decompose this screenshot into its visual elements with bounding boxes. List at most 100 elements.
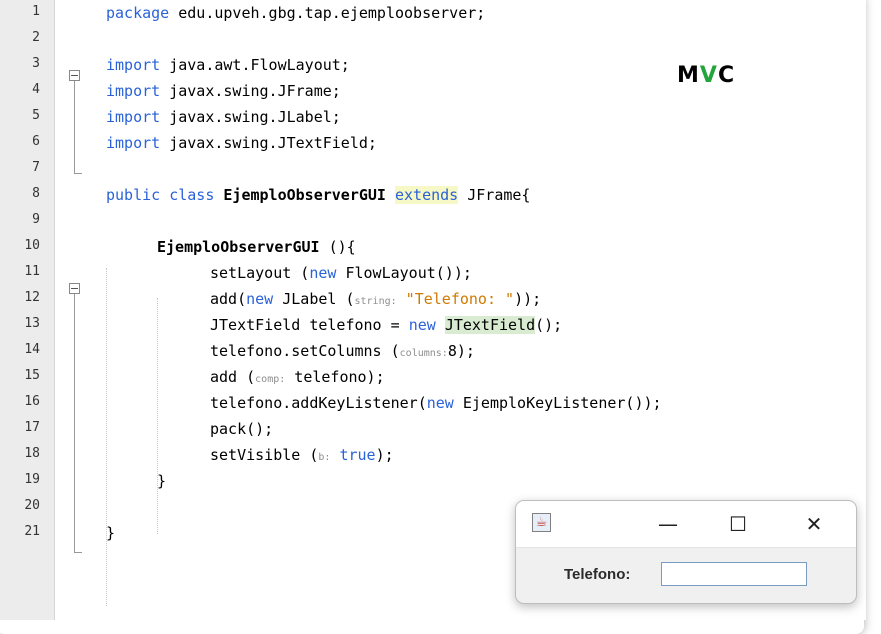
keyword: import xyxy=(106,82,161,100)
keyword: import xyxy=(106,56,161,74)
fold-toggle-constructor[interactable] xyxy=(69,283,80,294)
code-text: telefono); xyxy=(285,368,385,386)
class-name: EjemploObserverGUI xyxy=(223,186,386,204)
line-number: 6 xyxy=(32,134,40,149)
keyword: public class xyxy=(106,186,224,204)
code-line-19: } xyxy=(157,468,866,494)
telefono-label: Telefono: xyxy=(564,566,631,583)
swing-window[interactable]: ☕ — ☐ ✕ Telefono: xyxy=(515,500,857,604)
fold-toggle-imports[interactable] xyxy=(69,70,80,81)
code-line-17: pack(); xyxy=(210,416,866,442)
line-number: 16 xyxy=(24,394,40,409)
fold-end xyxy=(74,173,82,174)
close-button[interactable]: ✕ xyxy=(792,509,836,539)
code-line-8: public class EjemploObserverGUI extends … xyxy=(106,182,866,208)
maximize-button[interactable]: ☐ xyxy=(716,509,760,539)
code-line-12: add(new JLabel (string: "Telefono: ")); xyxy=(210,286,866,312)
code-line-13: JTextField telefono = new JTextField(); xyxy=(210,312,866,338)
constructor-name: EjemploObserverGUI xyxy=(157,238,320,256)
line-number: 9 xyxy=(32,212,40,227)
line-number: 5 xyxy=(32,108,40,123)
fold-line xyxy=(74,81,75,173)
keyword: import xyxy=(106,134,161,152)
line-number: 3 xyxy=(32,56,40,71)
import-name: javax.swing.JFrame; xyxy=(160,82,341,100)
parameter-hint: string: xyxy=(354,296,397,307)
line-number: 11 xyxy=(24,264,40,279)
code-line-18: setVisible (b: true); xyxy=(210,442,866,468)
package-name: edu.upveh.gbg.tap.ejemploobserver; xyxy=(169,4,486,22)
import-name: javax.swing.JLabel; xyxy=(160,108,341,126)
line-number: 13 xyxy=(24,316,40,331)
indent-guide xyxy=(106,268,107,606)
code-text: } xyxy=(157,472,167,490)
fold-line xyxy=(74,294,75,552)
keyword-extends: extends xyxy=(395,186,459,204)
minimize-button[interactable]: — xyxy=(646,509,690,539)
line-number: 14 xyxy=(24,342,40,357)
keyword: new xyxy=(309,264,337,282)
line-number: 20 xyxy=(24,498,40,513)
code-line-11: setLayout (new FlowLayout()); xyxy=(210,260,866,286)
parameter-hint: b: xyxy=(318,452,331,463)
code-line-5: import javax.swing.JLabel; xyxy=(106,104,866,130)
code-line-16: telefono.addKeyListener(new EjemploKeyLi… xyxy=(210,390,866,416)
code-text: add( xyxy=(210,290,247,308)
keyword: package xyxy=(106,4,170,22)
keyword: new xyxy=(246,290,274,308)
parameter-hint: comp: xyxy=(255,374,286,385)
code-text: JTextField telefono = xyxy=(210,316,409,334)
java-icon: ☕ xyxy=(532,513,551,532)
line-number: 2 xyxy=(32,30,40,45)
code-text: pack(); xyxy=(210,420,274,438)
line-number: 12 xyxy=(24,290,40,305)
code-text: (); xyxy=(535,316,563,334)
superclass: JFrame{ xyxy=(458,186,531,204)
code-text: ); xyxy=(375,446,394,464)
code-text: setVisible ( xyxy=(210,446,319,464)
code-line-3: import java.awt.FlowLayout; xyxy=(106,52,866,78)
telefono-field[interactable] xyxy=(661,562,807,586)
code-line-4: import javax.swing.JFrame; xyxy=(106,78,866,104)
string-literal: "Telefono: " xyxy=(396,290,515,308)
line-number: 21 xyxy=(24,524,40,539)
code-text: )); xyxy=(514,290,542,308)
parameter-hint: columns: xyxy=(399,348,448,359)
line-number: 15 xyxy=(24,368,40,383)
indent-guide xyxy=(157,298,158,534)
fold-end xyxy=(74,552,82,553)
window-title-bar[interactable]: ☕ — ☐ ✕ xyxy=(516,501,856,548)
keyword: true xyxy=(330,446,376,464)
code-line-14: telefono.setColumns (columns:8); xyxy=(210,338,866,364)
line-number: 1 xyxy=(32,4,40,19)
code-text: (){ xyxy=(319,238,356,256)
highlighted-type: JTextField xyxy=(444,316,536,334)
code-text: add ( xyxy=(210,368,256,386)
line-number: 4 xyxy=(32,82,40,97)
line-number: 7 xyxy=(32,160,40,175)
code-line-1: package edu.upveh.gbg.tap.ejemploobserve… xyxy=(106,0,866,26)
import-name: javax.swing.JTextField; xyxy=(160,134,377,152)
code-text: } xyxy=(106,524,116,542)
code-line-15: add (comp: telefono); xyxy=(210,364,866,390)
keyword: import xyxy=(106,108,161,126)
code-line-6: import javax.swing.JTextField; xyxy=(106,130,866,156)
keyword: new xyxy=(408,316,436,334)
code-text: setLayout ( xyxy=(210,264,310,282)
code-text: telefono.setColumns ( xyxy=(210,342,400,360)
line-number: 19 xyxy=(24,472,40,487)
import-name: java.awt.FlowLayout; xyxy=(160,56,350,74)
window-content: Telefono: xyxy=(516,547,856,603)
code-text: 8); xyxy=(447,342,475,360)
code-text: EjemploKeyListener()); xyxy=(453,394,662,412)
code-text: JLabel ( xyxy=(273,290,355,308)
code-text: telefono.addKeyListener( xyxy=(210,394,427,412)
code-text: FlowLayout()); xyxy=(336,264,472,282)
line-number: 17 xyxy=(24,420,40,435)
line-number: 10 xyxy=(24,238,40,253)
line-number-gutter: 1 2 3 4 5 6 7 8 9 10 11 12 13 14 15 16 1… xyxy=(0,0,55,620)
line-number: 18 xyxy=(24,446,40,461)
keyword: new xyxy=(426,394,454,412)
line-number: 8 xyxy=(32,186,40,201)
